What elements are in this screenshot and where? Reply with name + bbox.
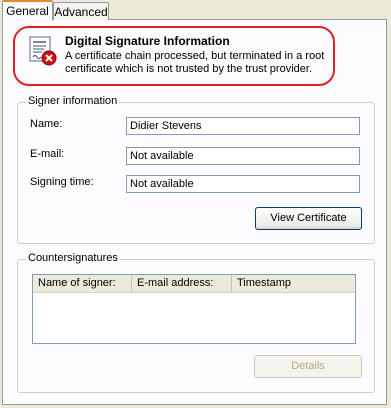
view-certificate-button[interactable]: View Certificate: [255, 207, 362, 230]
details-button[interactable]: Details: [254, 355, 362, 378]
signature-status-message: A certificate chain processed, but termi…: [65, 50, 325, 75]
signing-time-field[interactable]: Not available: [126, 175, 360, 193]
signature-info-title: Digital Signature Information: [65, 34, 230, 48]
signing-time-label: Signing time:: [30, 176, 94, 188]
signature-info-card: Digital Signature Information A certific…: [13, 26, 335, 86]
digital-signature-details-dialog: General Advanced Digital Signature Infor…: [0, 0, 391, 408]
name-field[interactable]: Didier Stevens: [126, 117, 360, 135]
certificate-error-icon: [29, 36, 57, 66]
email-field[interactable]: Not available: [126, 147, 360, 165]
column-header-email-address[interactable]: E-mail address:: [132, 275, 232, 292]
column-header-name-of-signer[interactable]: Name of signer:: [33, 275, 132, 292]
signer-information-group: Signer information Name: Didier Stevens …: [17, 95, 375, 244]
column-header-timestamp[interactable]: Timestamp: [232, 275, 355, 292]
name-label: Name:: [30, 118, 63, 130]
tab-advanced[interactable]: Advanced: [53, 2, 109, 20]
countersignatures-list[interactable]: Name of signer: E-mail address: Timestam…: [32, 274, 356, 344]
countersignatures-legend: Countersignatures: [26, 252, 120, 264]
countersignatures-list-header: Name of signer: E-mail address: Timestam…: [33, 275, 355, 293]
countersignatures-group: Countersignatures Name of signer: E-mail…: [17, 252, 375, 393]
tab-general[interactable]: General: [2, 0, 53, 21]
signer-information-legend: Signer information: [26, 95, 120, 107]
email-label: E-mail:: [30, 148, 65, 160]
